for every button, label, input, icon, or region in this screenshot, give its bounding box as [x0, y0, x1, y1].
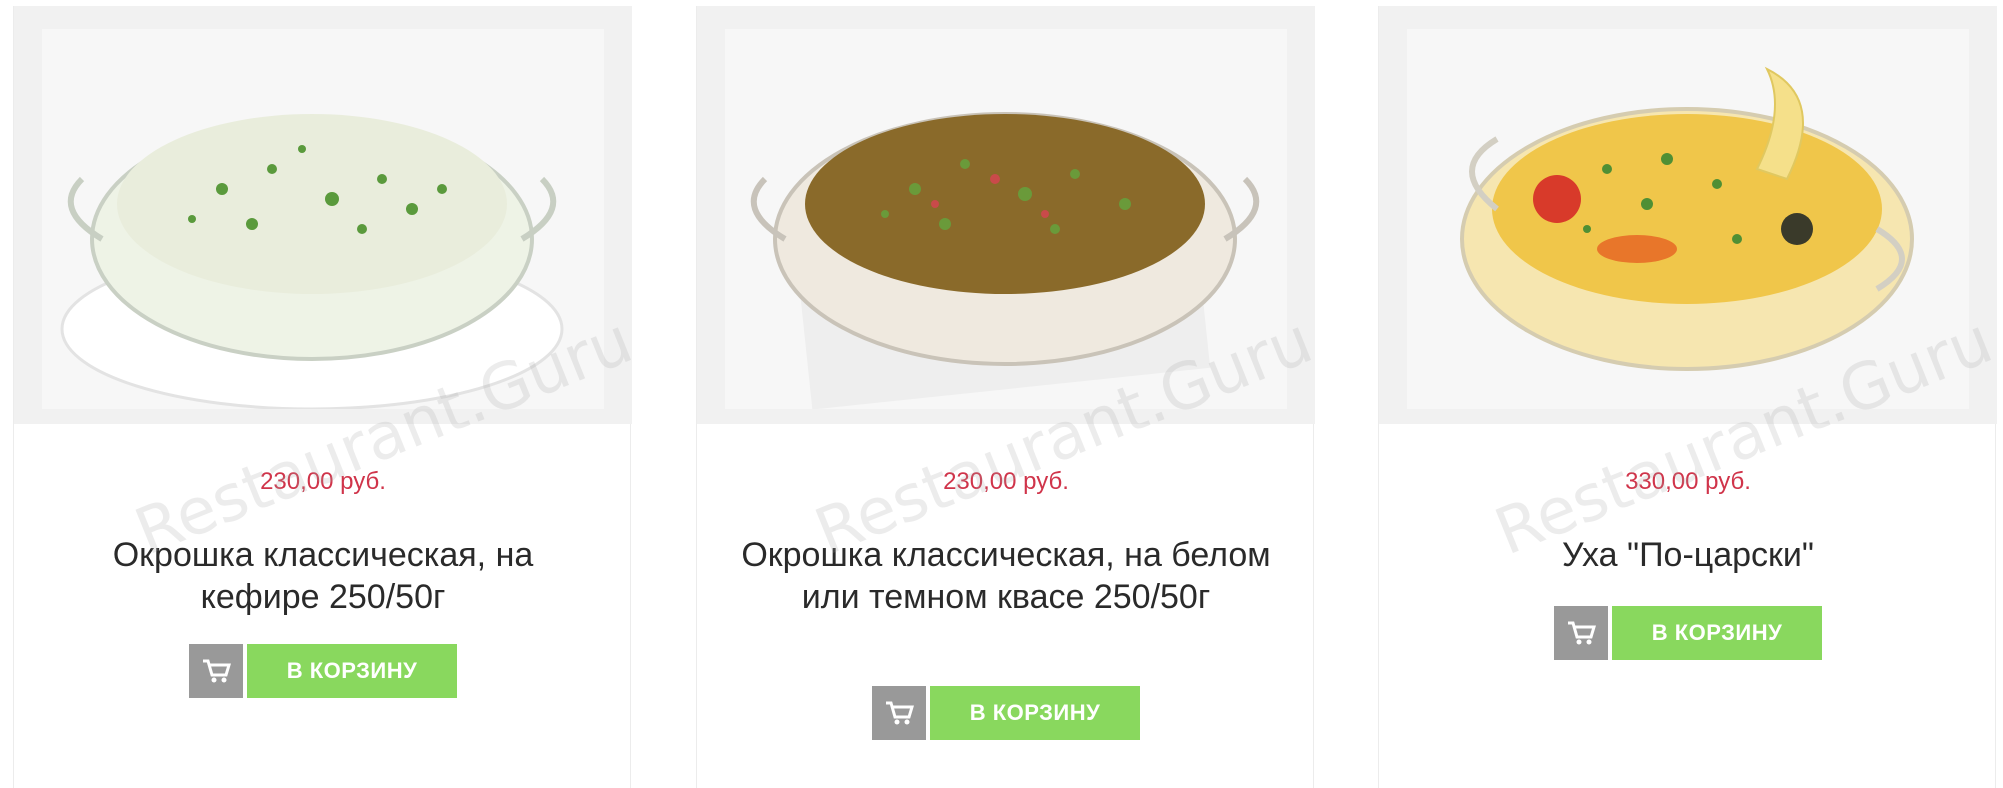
okroshka-kefir-image	[42, 29, 604, 409]
ukha-image	[1407, 29, 1969, 409]
product-price: 330,00 руб.	[1625, 468, 1751, 495]
product-card: 330,00 руб. Уха "По-царски" В КОРЗИНУ	[1378, 6, 1997, 788]
add-to-cart-button[interactable]: В КОРЗИНУ	[930, 686, 1140, 740]
cart-icon[interactable]	[1554, 606, 1608, 660]
product-grid: 230,00 руб. Окрошка классическая, на кеф…	[0, 0, 2003, 788]
cart-actions: В КОРЗИНУ	[14, 644, 632, 698]
product-price: 230,00 руб.	[260, 468, 386, 495]
product-card: 230,00 руб. Окрошка классическая, на кеф…	[13, 6, 632, 788]
add-to-cart-button[interactable]: В КОРЗИНУ	[247, 644, 457, 698]
product-card: 230,00 руб. Окрошка классическая, на бел…	[696, 6, 1315, 788]
cart-actions: В КОРЗИНУ	[1379, 606, 1997, 660]
product-price: 230,00 руб.	[943, 468, 1069, 495]
product-image[interactable]	[1379, 6, 1997, 424]
cart-icon[interactable]	[872, 686, 926, 740]
add-to-cart-button[interactable]: В КОРЗИНУ	[1612, 606, 1822, 660]
product-image[interactable]	[697, 6, 1315, 424]
cart-icon[interactable]	[189, 644, 243, 698]
product-image[interactable]	[14, 6, 632, 424]
product-title[interactable]: Окрошка классическая, на белом или темно…	[737, 534, 1275, 618]
cart-actions: В КОРЗИНУ	[697, 686, 1315, 740]
product-title[interactable]: Окрошка классическая, на кефире 250/50г	[54, 534, 592, 618]
product-title[interactable]: Уха "По-царски"	[1419, 534, 1957, 576]
okroshka-kvass-image	[725, 29, 1287, 409]
